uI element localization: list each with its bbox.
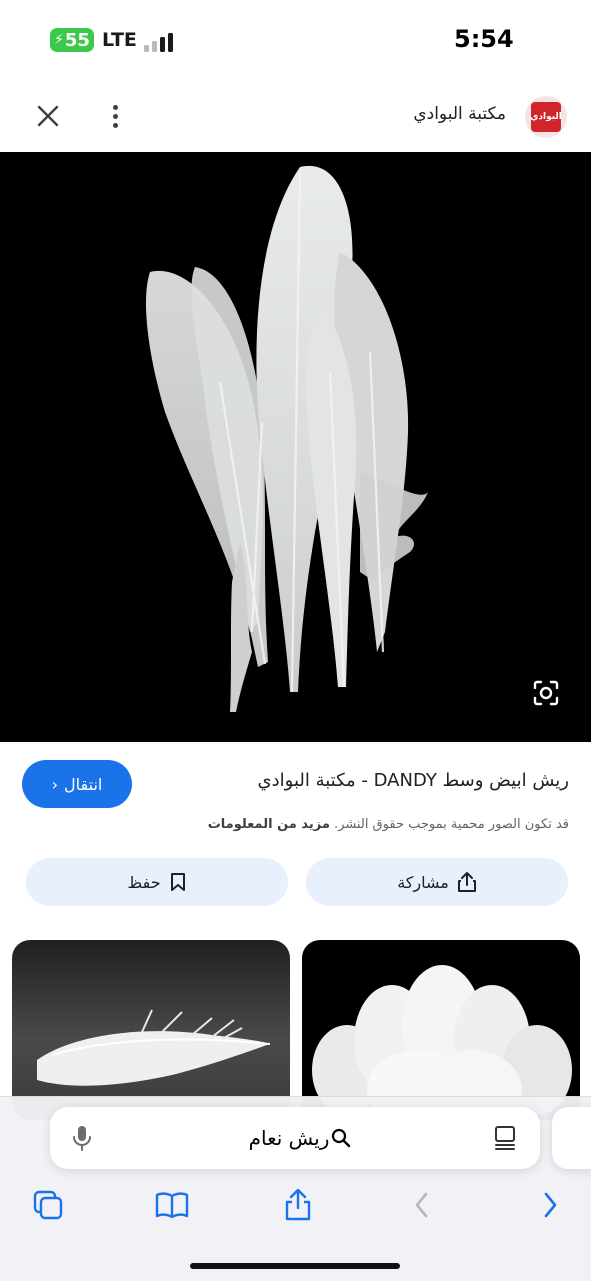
- home-indicator: [190, 1263, 400, 1269]
- site-favicon[interactable]: البوادي: [525, 96, 567, 138]
- close-icon: [37, 105, 59, 127]
- viewer-header: مكتبة البوادي البوادي: [0, 80, 591, 152]
- battery-level: 55: [64, 29, 90, 51]
- page-menu-icon[interactable]: [492, 1124, 518, 1152]
- related-image-thumbnail[interactable]: [12, 940, 290, 1120]
- more-options-button[interactable]: [100, 98, 130, 134]
- visual-search-button[interactable]: [531, 678, 561, 708]
- more-vert-icon: [113, 105, 118, 110]
- save-label: حفظ: [127, 872, 161, 892]
- bookmark-icon: [170, 873, 185, 891]
- signal-strength-icon: [144, 30, 176, 52]
- close-button[interactable]: [30, 98, 66, 134]
- visit-label: انتقال: [64, 774, 103, 794]
- visit-button[interactable]: انتقال ‹: [22, 760, 132, 808]
- browser-toolbar: ريش نعام: [0, 1096, 591, 1281]
- share-label: مشاركة: [397, 872, 449, 892]
- copyright-notice: قد تكون الصور محمية بموجب حقوق النشر. مز…: [208, 817, 569, 832]
- share-button[interactable]: مشاركة: [306, 858, 568, 906]
- next-tab-preview[interactable]: [552, 1107, 591, 1169]
- bookmarks-button[interactable]: [152, 1185, 192, 1225]
- back-button[interactable]: [402, 1185, 442, 1225]
- address-bar[interactable]: ريش نعام: [50, 1107, 540, 1169]
- source-site-name[interactable]: مكتبة البوادي: [413, 104, 506, 124]
- tabs-icon: [33, 1190, 63, 1220]
- main-image[interactable]: [0, 152, 591, 742]
- status-bar: ⚡ 55 LTE 5:54: [0, 0, 591, 80]
- chevron-left-icon: ‹: [51, 774, 59, 794]
- search-icon: [332, 1128, 351, 1148]
- save-button[interactable]: حفظ: [26, 858, 288, 906]
- tabs-button[interactable]: [28, 1185, 68, 1225]
- related-image-thumbnail[interactable]: [302, 940, 580, 1120]
- network-type: LTE: [102, 29, 137, 51]
- result-title[interactable]: ريش ابيض وسط DANDY - مكتبة البوادي: [258, 770, 569, 791]
- charging-bolt-icon: ⚡: [54, 32, 64, 48]
- search-query-text: ريش نعام: [248, 1126, 330, 1150]
- single-feather-image: [37, 1009, 271, 1086]
- book-icon: [155, 1192, 189, 1219]
- chevron-right-icon: [544, 1192, 557, 1218]
- forward-button[interactable]: [530, 1185, 570, 1225]
- chevron-left-icon: [415, 1192, 428, 1218]
- battery-indicator: ⚡ 55: [50, 28, 94, 52]
- status-time: 5:54: [454, 25, 514, 53]
- share-icon: [285, 1188, 311, 1221]
- more-info-link[interactable]: مزيد من المعلومات: [208, 817, 330, 832]
- microphone-icon[interactable]: [70, 1124, 94, 1152]
- share-icon: [457, 872, 476, 892]
- google-lens-icon: [533, 680, 559, 706]
- feather-fan-image: [312, 965, 572, 1120]
- site-logo-mark: البوادي: [530, 102, 562, 132]
- share-page-button[interactable]: [278, 1185, 318, 1225]
- address-bar-query[interactable]: ريش نعام: [200, 1123, 400, 1153]
- feathers-image: [145, 165, 428, 712]
- copyright-text: قد تكون الصور محمية بموجب حقوق النشر.: [334, 817, 569, 832]
